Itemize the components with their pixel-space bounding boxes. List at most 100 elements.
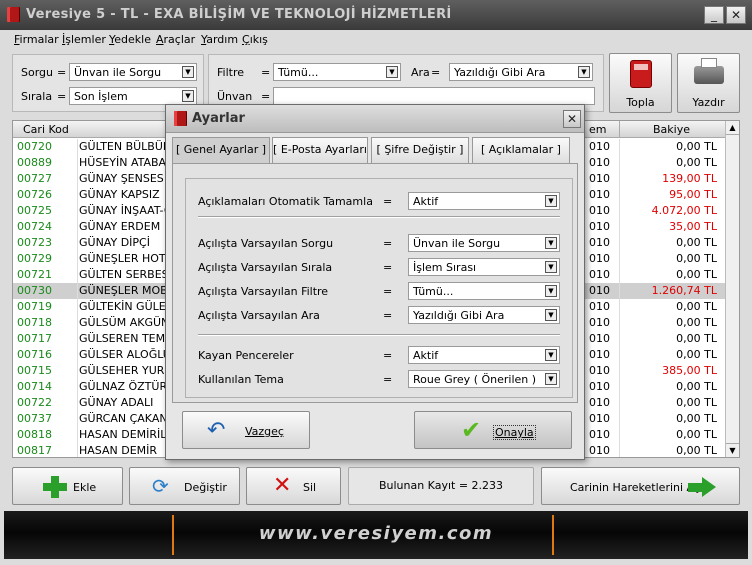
cell-tarih: 010 [589,188,610,201]
cell-bakiye: 0,00 TL [619,331,719,347]
header-tarih[interactable]: em [589,123,606,136]
ara-label: Ara [411,66,430,79]
header-bakiye[interactable]: Bakiye [653,123,690,136]
cell-bakiye: 95,00 TL [619,187,719,203]
sorgu-label: Sorgu [21,66,53,79]
setting-value: Tümü... [413,285,454,298]
cell-tarih: 010 [589,156,610,169]
dropdown-arrow-icon: ▼ [182,90,194,102]
title-bar[interactable]: Veresiye 5 - TL - EXA BİLİŞİM VE TEKNOLO… [0,0,752,30]
setting-combo[interactable]: Yazıldığı Gibi Ara ▼ [408,306,560,324]
ara-value: Yazıldığı Gibi Ara [454,66,546,79]
cell-unvan: GÜNEŞLER HOTE [77,251,167,267]
setting-row: Açılışta Varsayılan Sorgu = Ünvan ile Sorg… [173,234,560,252]
minimize-button[interactable]: _ [704,6,724,24]
setting-label: Açıklamaları Otomatik Tamamla [198,195,373,208]
header-cari-kod[interactable]: Cari Kod [23,123,69,136]
cell-cari-kod: 00726 [17,188,52,201]
filtre-combo[interactable]: Tümü... ▼ [273,63,401,81]
tab-genel-ayarlar[interactable]: [ Genel Ayarlar ] [172,137,270,163]
hareketler-button[interactable]: Carinin Hareketlerini Aç [541,467,740,505]
setting-combo[interactable]: Roue Grey ( Önerilen ) ▼ [408,370,560,388]
menu-araclar[interactable]: Araçlar [156,33,195,46]
cell-bakiye: 1.260,74 TL [619,283,719,299]
refresh-icon: ⟳ [152,474,169,498]
cell-tarih: 010 [589,236,610,249]
sirala-combo[interactable]: Son İşlem ▼ [69,87,197,105]
setting-value: Aktif [413,349,439,362]
setting-combo[interactable]: Aktif ▼ [408,346,560,364]
setting-label: Açılışta Varsayılan Sırala [198,261,333,274]
scroll-down-icon[interactable]: ▼ [726,443,739,457]
dialog-title-bar[interactable]: Ayarlar ✕ [166,105,584,133]
setting-combo[interactable]: Ünvan ile Sorgu ▼ [408,234,560,252]
dialog-close-button[interactable]: ✕ [563,110,581,128]
close-window-button[interactable]: ✕ [726,6,746,24]
cell-unvan: GÜLSEREN TEMİ [77,331,167,347]
menu-yardim[interactable]: Yardım [201,33,238,46]
dialog-book-icon [174,111,187,126]
sirala-value: Son İşlem [74,90,128,103]
dropdown-arrow-icon: ▼ [182,66,194,78]
cell-tarih: 010 [589,364,610,377]
sorgu-combo[interactable]: Ünvan ile Sorgu ▼ [69,63,197,81]
sil-label: Sil [303,481,317,494]
setting-label: Kayan Pencereler [198,349,294,362]
unvan-search-input[interactable] [273,87,595,105]
cell-tarih: 010 [589,444,610,457]
cell-tarih: 010 [589,172,610,185]
setting-row: Açılışta Varsayılan Ara = Yazıldığı Gibi A… [173,306,560,324]
eq-sign: = [57,90,67,103]
dropdown-arrow-icon: ▼ [545,349,557,361]
cell-tarih: 010 [589,268,610,281]
setting-combo[interactable]: Aktif ▼ [408,192,560,210]
unvan-label: Ünvan [217,90,253,103]
grid-scrollbar[interactable]: ▲ ▼ [725,121,739,457]
yazdir-label: Yazdır [692,96,725,109]
eq-sign: = [261,90,271,103]
hareketler-label: Carinin Hareketlerini Aç [570,481,700,494]
setting-combo[interactable]: Tümü... ▼ [408,282,560,300]
cell-cari-kod: 00818 [17,428,52,441]
yazdir-button[interactable]: Yazdır [677,53,740,113]
menu-yedekle[interactable]: Yedekle [109,33,151,46]
cell-cari-kod: 00817 [17,444,52,457]
website-url[interactable]: www.veresiyem.com [4,523,748,544]
cell-bakiye: 0,00 TL [619,411,719,427]
menu-cikis[interactable]: Çıkış [242,33,268,46]
cell-bakiye: 385,00 TL [619,363,719,379]
tab-eposta-ayarlari[interactable]: [ E-Posta Ayarları ] [272,137,368,180]
cell-cari-kod: 00717 [17,332,52,345]
cell-tarih: 010 [589,348,610,361]
ekle-button[interactable]: Ekle [12,467,123,505]
cell-cari-kod: 00737 [17,412,52,425]
cell-cari-kod: 00727 [17,172,52,185]
eq-sign: = [383,237,393,250]
cell-unvan: GÜNAY ŞENSES [77,171,167,187]
tab-aciklamalar[interactable]: [ Açıklamalar ] [472,137,570,163]
topla-button[interactable]: Topla [609,53,672,113]
eq-sign: = [383,373,393,386]
checkmark-icon: ✔ [461,416,482,444]
setting-combo[interactable]: İşlem Sırası ▼ [408,258,560,276]
plus-icon [43,476,67,498]
settings-dialog: Ayarlar ✕ [ Genel Ayarlar ] [ E-Posta Ay… [165,104,585,460]
setting-value: Yazıldığı Gibi Ara [413,309,505,322]
menu-islemler[interactable]: İşlemler [62,33,106,46]
onayla-button[interactable]: ✔ Onayla [414,411,572,449]
cell-bakiye: 0,00 TL [619,395,719,411]
window-title: Veresiye 5 - TL - EXA BİLİŞİM VE TEKNOLO… [26,7,452,22]
filtre-label: Filtre [217,66,245,79]
degistir-label: Değiştir [184,481,227,494]
cell-tarih: 010 [589,220,610,233]
tab-sifre-degistir[interactable]: [ Şifre Değiştir ] [371,137,469,163]
vazgec-button[interactable]: ↶ Vazgeç [182,411,310,449]
ara-combo[interactable]: Yazıldığı Gibi Ara ▼ [449,63,593,81]
degistir-button[interactable]: ⟳ Değiştir [129,467,240,505]
scroll-up-icon[interactable]: ▲ [726,121,739,135]
cell-bakiye: 0,00 TL [619,379,719,395]
dropdown-arrow-icon: ▼ [545,285,557,297]
menu-firmalar[interactable]: Firmalar [14,33,59,46]
sil-button[interactable]: ✕ Sil [246,467,341,505]
setting-value: Aktif [413,195,439,208]
